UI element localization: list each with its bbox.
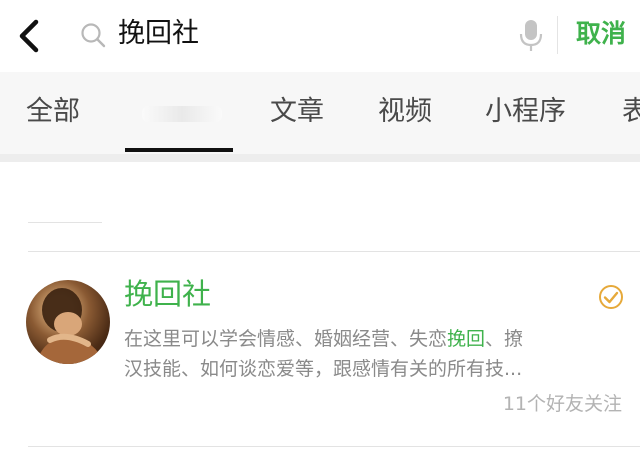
tab-active-indicator <box>125 148 233 152</box>
results-panel: 挽回社 在这里可以学会情感、婚姻经营、失恋挽回、撩 汉技能、如何谈恋爱等，跟感情… <box>0 162 640 453</box>
microphone-icon[interactable] <box>519 18 543 52</box>
chevron-left-icon <box>19 19 39 53</box>
divider <box>557 16 558 54</box>
description-highlight: 挽回 <box>447 328 486 350</box>
divider <box>28 446 640 447</box>
account-name[interactable]: 挽回社 <box>124 274 211 314</box>
tab-mini-programs[interactable]: 小程序 <box>485 92 566 132</box>
description-text: 、撩 <box>485 328 524 350</box>
verified-badge-icon <box>598 284 624 310</box>
description-line-2: 汉技能、如何谈恋爱等，跟感情有关的所有技... <box>124 358 523 380</box>
avatar <box>26 280 110 364</box>
search-input[interactable]: 挽回社 <box>118 14 199 54</box>
cancel-button[interactable]: 取消 <box>576 14 626 54</box>
tab-emoji[interactable]: 表 <box>622 92 640 132</box>
description-text: 在这里可以学会情感、婚姻经营、失恋 <box>124 328 448 350</box>
description-line-1: 在这里可以学会情感、婚姻经营、失恋挽回、撩 <box>124 324 614 354</box>
tab-obscured[interactable] <box>142 106 222 122</box>
divider <box>28 222 102 223</box>
section-gap <box>0 154 640 162</box>
back-button[interactable] <box>14 18 44 54</box>
tab-all[interactable]: 全部 <box>26 92 80 132</box>
account-result[interactable]: 挽回社 在这里可以学会情感、婚姻经营、失恋挽回、撩 汉技能、如何谈恋爱等，跟感情… <box>0 252 640 446</box>
account-description: 在这里可以学会情感、婚姻经营、失恋挽回、撩 汉技能、如何谈恋爱等，跟感情有关的所… <box>124 324 614 384</box>
search-tabs: 全部 文章 视频 小程序 表 <box>0 72 640 154</box>
tab-articles[interactable]: 文章 <box>270 92 324 132</box>
friends-follow-count: 11个好友关注 <box>502 393 622 415</box>
search-icon <box>80 22 106 48</box>
search-bar: 挽回社 取消 <box>0 0 640 72</box>
tab-videos[interactable]: 视频 <box>378 92 432 132</box>
